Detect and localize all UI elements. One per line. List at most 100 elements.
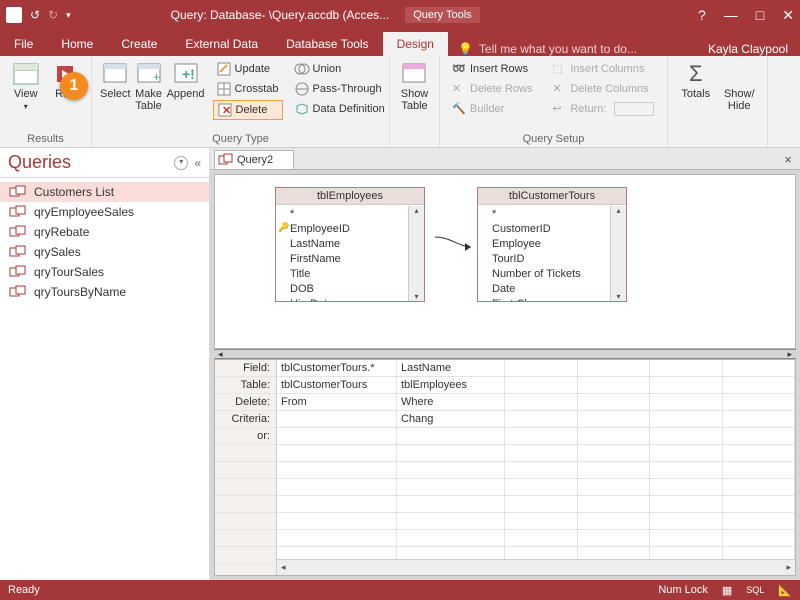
table-employees[interactable]: tblEmployees *🔑EmployeeIDLastNameFirstNa… (275, 187, 425, 302)
nav-item[interactable]: qryRebate (0, 222, 209, 242)
doc-tab-query2[interactable]: Query2 (214, 150, 294, 169)
grid-cell[interactable] (277, 411, 397, 428)
grid-cell[interactable] (277, 445, 397, 462)
grid-cell[interactable] (723, 428, 796, 445)
grid-cell[interactable] (650, 394, 723, 411)
view-datasheet-icon[interactable]: ▦ (722, 584, 732, 597)
table-scrollbar[interactable]: ▴▾ (610, 206, 626, 301)
field-item[interactable]: Number of Tickets (492, 267, 622, 282)
nav-item[interactable]: qryTourSales (0, 262, 209, 282)
nav-collapse-icon[interactable]: « (194, 156, 201, 170)
insert-cols-button[interactable]: ⬚Insert Columns (548, 60, 658, 78)
table-scrollbar[interactable]: ▴▾ (408, 206, 424, 301)
grid-cell[interactable] (723, 462, 796, 479)
grid-cell[interactable]: Where (397, 394, 505, 411)
nav-dropdown-icon[interactable]: ▾ (174, 156, 188, 170)
union-button[interactable]: Union (291, 60, 389, 78)
grid-cell[interactable] (650, 530, 723, 547)
view-button[interactable]: View▾ (8, 60, 44, 113)
grid-cell[interactable] (505, 513, 578, 530)
grid-cell[interactable] (578, 394, 651, 411)
grid-cell[interactable]: LastName (397, 360, 505, 377)
tab-design[interactable]: Design (383, 32, 448, 56)
tab-home[interactable]: Home (47, 32, 107, 56)
field-item[interactable]: LastName (290, 237, 420, 252)
grid-cell[interactable] (277, 513, 397, 530)
grid-cell[interactable]: tblCustomerTours.* (277, 360, 397, 377)
grid-cell[interactable] (578, 530, 651, 547)
grid-cell[interactable] (723, 411, 796, 428)
restore-icon[interactable]: □ (756, 7, 764, 23)
field-item[interactable]: First Class (492, 297, 622, 301)
grid-hscroll[interactable]: ◂▸ (277, 559, 795, 575)
field-item[interactable]: EmployeeID (290, 222, 420, 237)
return-button[interactable]: ↩Return: (548, 100, 658, 118)
grid-cell[interactable]: From (277, 394, 397, 411)
grid-cell[interactable] (277, 462, 397, 479)
user-name[interactable]: Kayla Claypool (696, 42, 800, 56)
tab-file[interactable]: File (0, 32, 47, 56)
grid-cell[interactable] (578, 411, 651, 428)
grid-cell[interactable] (723, 513, 796, 530)
grid-cell[interactable] (723, 496, 796, 513)
grid-cell[interactable] (397, 428, 505, 445)
grid-cell[interactable] (723, 377, 796, 394)
crosstab-button[interactable]: Crosstab (213, 80, 283, 98)
grid-cell[interactable] (650, 479, 723, 496)
tab-external-data[interactable]: External Data (171, 32, 272, 56)
field-item[interactable]: DOB (290, 282, 420, 297)
nav-item[interactable]: qryEmployeeSales (0, 202, 209, 222)
grid-cell[interactable] (650, 360, 723, 377)
minimize-icon[interactable]: — (724, 7, 738, 23)
grid-cell[interactable] (578, 360, 651, 377)
grid-cell[interactable] (397, 513, 505, 530)
totals-button[interactable]: ΣTotals (676, 60, 716, 100)
grid-cell[interactable] (650, 428, 723, 445)
grid-cell[interactable] (578, 513, 651, 530)
qat-redo-icon[interactable]: ↻ (48, 8, 58, 22)
grid-cell[interactable] (277, 530, 397, 547)
grid-cell[interactable] (578, 496, 651, 513)
grid-cell[interactable] (650, 513, 723, 530)
field-item[interactable]: HireDate (290, 297, 420, 301)
grid-cell[interactable] (723, 394, 796, 411)
grid-cell[interactable] (505, 377, 578, 394)
design-grid[interactable]: Field:Table:Delete:Criteria:or: tblCusto… (214, 359, 796, 576)
field-item[interactable]: * (492, 207, 622, 222)
field-item[interactable]: Title (290, 267, 420, 282)
qat-undo-icon[interactable]: ↺ (30, 8, 40, 22)
grid-cell[interactable] (723, 360, 796, 377)
nav-item[interactable]: qryToursByName (0, 282, 209, 302)
field-item[interactable]: * (290, 207, 420, 222)
grid-cell[interactable] (505, 411, 578, 428)
qat-dropdown-icon[interactable]: ▾ (66, 10, 71, 21)
delete-cols-button[interactable]: ✕Delete Columns (548, 80, 658, 98)
grid-cell[interactable] (505, 462, 578, 479)
view-design-icon[interactable]: 📐 (778, 584, 792, 597)
grid-cell[interactable] (650, 462, 723, 479)
datadef-button[interactable]: Data Definition (291, 100, 389, 118)
grid-cell[interactable] (578, 462, 651, 479)
update-button[interactable]: Update (213, 60, 283, 78)
append-button[interactable]: +!Append (167, 60, 205, 100)
grid-cell[interactable] (397, 496, 505, 513)
grid-cell[interactable] (397, 445, 505, 462)
field-item[interactable]: FirstName (290, 252, 420, 267)
field-item[interactable]: Date (492, 282, 622, 297)
grid-cell[interactable] (650, 496, 723, 513)
nav-item[interactable]: qrySales (0, 242, 209, 262)
grid-cell[interactable]: Chang (397, 411, 505, 428)
field-item[interactable]: CustomerID (492, 222, 622, 237)
grid-cell[interactable] (578, 377, 651, 394)
grid-cell[interactable] (277, 496, 397, 513)
grid-cell[interactable] (650, 445, 723, 462)
builder-button[interactable]: 🔨Builder (448, 100, 536, 118)
table-customertours[interactable]: tblCustomerTours *CustomerIDEmployeeTour… (477, 187, 627, 302)
showhide-button[interactable]: Show/ Hide (720, 60, 760, 112)
insert-rows-button[interactable]: ➿Insert Rows (448, 60, 536, 78)
make-table-button[interactable]: +Make Table (135, 60, 163, 112)
grid-cell[interactable] (578, 428, 651, 445)
tab-database-tools[interactable]: Database Tools (272, 32, 383, 56)
grid-cell[interactable] (505, 360, 578, 377)
passthrough-button[interactable]: Pass-Through (291, 80, 389, 98)
